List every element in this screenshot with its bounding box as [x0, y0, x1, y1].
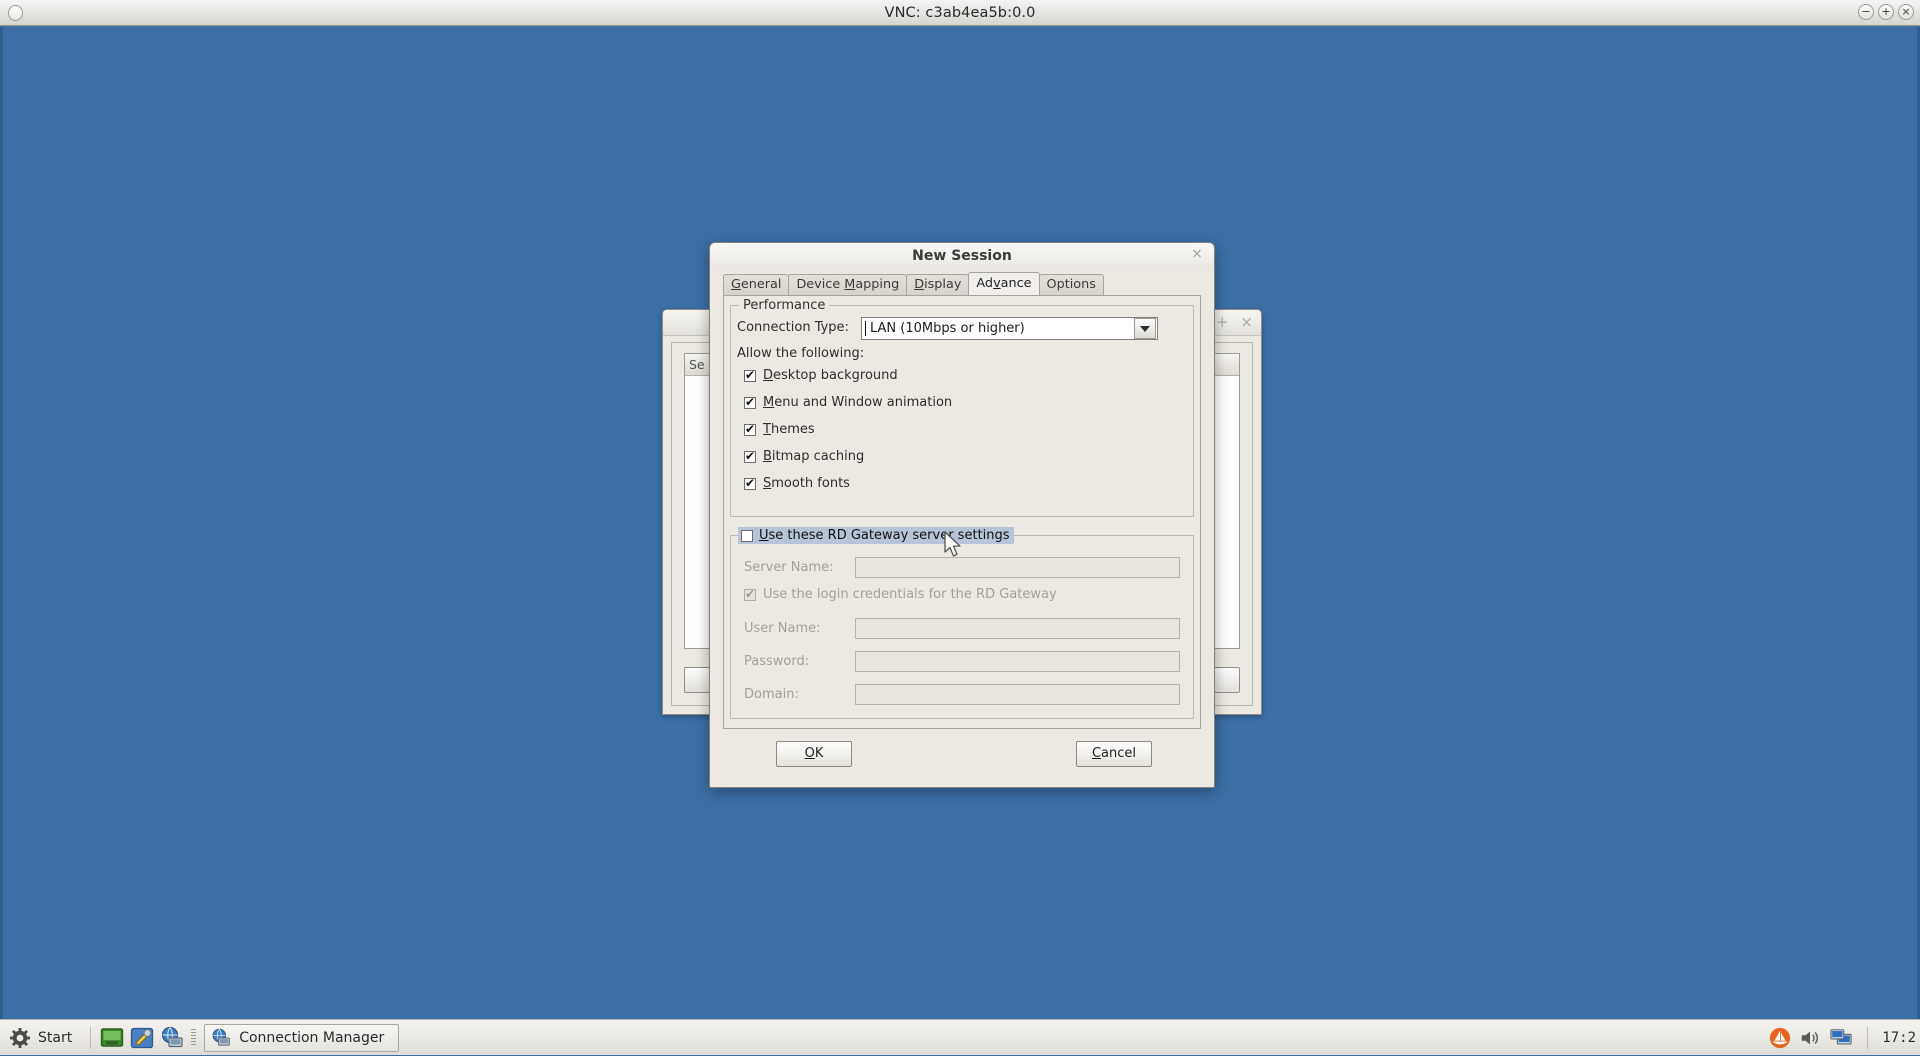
taskbar-clock[interactable]: 17:2 — [1882, 1030, 1916, 1046]
user-name-field[interactable] — [855, 618, 1180, 639]
password-row: Password: — [744, 654, 809, 669]
taskbar: Start Connection Manager 17:2 — [0, 1019, 1920, 1055]
tab-display[interactable]: Display — [906, 274, 970, 295]
server-name-field[interactable] — [855, 557, 1180, 578]
checkbox-smooth-fonts[interactable]: Smooth fonts — [744, 476, 850, 491]
checkbox-bitmap-caching[interactable]: Bitmap caching — [744, 449, 864, 464]
password-label: Password: — [744, 654, 810, 669]
tab-advance[interactable]: Advance — [968, 272, 1040, 295]
checkbox-icon[interactable] — [744, 587, 756, 601]
vnc-titlebar: VNC: c3ab4ea5b:0.0 − + × — [0, 0, 1920, 26]
domain-field[interactable] — [855, 684, 1180, 705]
allow-following-label: Allow the following: — [737, 346, 865, 361]
tools-icon[interactable] — [130, 1026, 154, 1050]
close-icon[interactable]: × — [1190, 247, 1204, 262]
vnc-window-title: VNC: c3ab4ea5b:0.0 — [884, 4, 1036, 21]
tray-divider — [1867, 1027, 1869, 1049]
start-label: Start — [38, 1029, 73, 1046]
checkbox-menu-window-animation[interactable]: Menu and Window animation — [744, 395, 952, 410]
domain-label: Domain: — [744, 687, 799, 702]
allow-following-row: Allow the following: — [737, 346, 864, 361]
rd-gateway-legend-label: Use these RD Gateway server settings — [759, 528, 1010, 543]
rd-gateway-group: Use these RD Gateway server settings Ser… — [730, 527, 1194, 719]
maximize-icon[interactable]: + — [1878, 4, 1894, 20]
server-name-row: Server Name: — [744, 560, 834, 575]
checkbox-icon[interactable] — [741, 529, 753, 542]
taskbar-divider — [90, 1026, 92, 1049]
system-tray: 17:2 — [1769, 1020, 1920, 1056]
start-button[interactable]: Start — [0, 1021, 84, 1055]
task-button-label: Connection Manager — [239, 1029, 385, 1046]
network-icon[interactable] — [1829, 1027, 1853, 1049]
show-desktop-icon[interactable] — [100, 1026, 124, 1050]
checkbox-icon[interactable] — [744, 422, 756, 436]
gear-icon — [10, 1027, 30, 1048]
password-field[interactable] — [855, 651, 1180, 672]
taskbar-grip[interactable] — [191, 1028, 197, 1047]
tab-page-advance: Performance Connection Type: LAN (10Mbps… — [723, 295, 1201, 729]
volume-icon[interactable] — [1799, 1027, 1821, 1049]
tab-options[interactable]: Options — [1038, 274, 1104, 295]
remote-desktop-icon — [212, 1028, 231, 1046]
connection-type-row: Connection Type: — [737, 320, 849, 335]
vnc-window: VNC: c3ab4ea5b:0.0 − + × + × Se New Sess… — [0, 0, 1920, 1055]
close-icon[interactable]: × — [1240, 314, 1253, 330]
task-button-connection-manager[interactable]: Connection Manager — [204, 1023, 400, 1052]
sailboat-icon[interactable] — [1769, 1027, 1791, 1049]
add-icon[interactable]: + — [1216, 314, 1229, 330]
performance-group: Performance Connection Type: LAN (10Mbps… — [730, 298, 1194, 517]
checkbox-use-login-credentials[interactable]: Use the login credentials for the RD Gat… — [744, 587, 1057, 602]
domain-row: Domain: — [744, 687, 799, 702]
connection-type-value: LAN (10Mbps or higher) — [865, 321, 1134, 336]
remote-desktop-icon[interactable] — [160, 1026, 184, 1050]
new-session-dialog[interactable]: New Session × General Device Mapping Dis… — [709, 242, 1215, 788]
dialog-title: New Session — [912, 248, 1012, 264]
checkbox-icon[interactable] — [744, 368, 756, 382]
connection-manager-window-buttons: + × — [1216, 314, 1253, 330]
user-name-row: User Name: — [744, 621, 821, 636]
server-name-label: Server Name: — [744, 560, 834, 575]
checkbox-use-rd-gateway-settings[interactable]: Use these RD Gateway server settings — [738, 527, 1014, 544]
dialog-tabstrip: General Device Mapping Display Advance O… — [723, 272, 1104, 295]
close-icon[interactable]: × — [1898, 4, 1914, 20]
checkbox-icon[interactable] — [744, 395, 756, 409]
performance-group-legend: Performance — [739, 298, 830, 313]
checkbox-icon[interactable] — [744, 449, 756, 463]
dialog-titlebar: New Session × — [710, 243, 1214, 270]
tab-general[interactable]: General — [723, 274, 790, 295]
minimize-icon[interactable]: − — [1858, 4, 1874, 20]
checkbox-icon[interactable] — [744, 476, 756, 490]
connection-type-combobox[interactable]: LAN (10Mbps or higher) — [861, 317, 1158, 340]
checkbox-themes[interactable]: Themes — [744, 422, 815, 437]
ok-button[interactable]: OK — [776, 741, 852, 767]
use-login-credentials-label: Use the login credentials for the RD Gat… — [763, 587, 1057, 602]
tab-device-mapping[interactable]: Device Mapping — [788, 274, 908, 295]
checkbox-desktop-background[interactable]: Desktop background — [744, 368, 898, 383]
cancel-button[interactable]: Cancel — [1076, 741, 1152, 767]
user-name-label: User Name: — [744, 621, 821, 636]
connection-type-label: Connection Type: — [737, 320, 849, 335]
vnc-window-buttons: − + × — [1858, 4, 1914, 20]
chevron-down-icon[interactable] — [1134, 318, 1156, 339]
